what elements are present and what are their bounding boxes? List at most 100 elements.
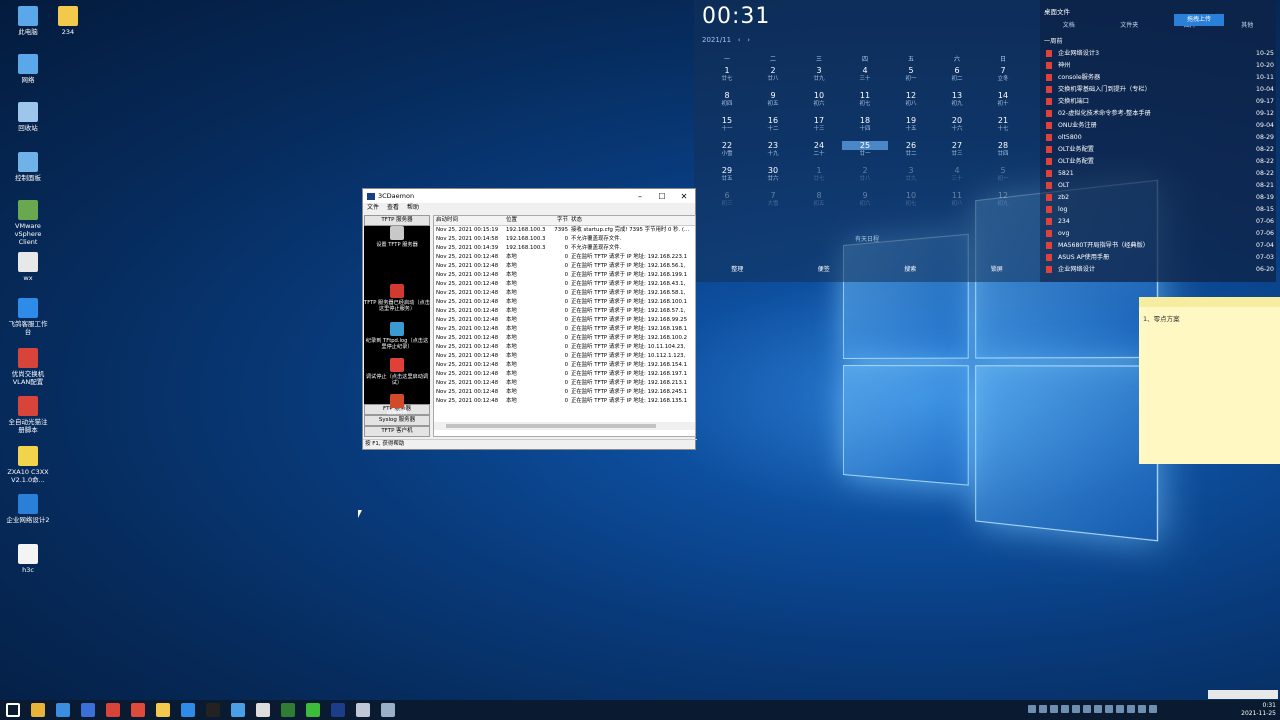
sticky-note-toolbar[interactable] xyxy=(1139,297,1280,307)
log-row[interactable]: Nov 25, 2021 00:12:48 本地 0 正在监听 TFTP 请求于 IP… xyxy=(434,307,695,316)
log-row[interactable]: Nov 25, 2021 00:14:39 192.168.100.3 0 不允许覆盖… xyxy=(434,244,695,253)
calendar-day[interactable]: 30 廿六 xyxy=(750,166,796,191)
file-item[interactable]: ASUS AP使用手册 07-03 xyxy=(1044,252,1274,264)
calendar-day[interactable]: 18 十四 xyxy=(842,116,888,141)
file-item[interactable]: 02-虚拟化技术命令参考-整本手册 09-12 xyxy=(1044,108,1274,120)
calendar-day[interactable]: 2 廿八 xyxy=(750,66,796,91)
calendar-day[interactable]: 5 初一 xyxy=(888,66,934,91)
file-item[interactable]: 交换机零基础入门到提升（专栏） 10-04 xyxy=(1044,84,1274,96)
calendar-day[interactable]: 1 廿七 xyxy=(796,166,842,191)
log-row[interactable]: Nov 25, 2021 00:12:48 本地 0 正在监听 TFTP 请求于 IP… xyxy=(434,325,695,334)
log-row[interactable]: Nov 25, 2021 00:12:48 本地 0 正在监听 TFTP 请求于 IP… xyxy=(434,262,695,271)
excel-icon[interactable] xyxy=(280,703,295,717)
tftp-action-button[interactable]: 纪录到 TFtpd.log（点击这里停止纪录） xyxy=(364,322,430,350)
log-row[interactable]: Nov 25, 2021 00:12:48 本地 0 正在监听 TFTP 请求于 IP… xyxy=(434,253,695,262)
desktop-icon[interactable]: 控制面板 xyxy=(6,152,50,182)
window-titlebar[interactable]: 3CDaemon – ☐ ✕ xyxy=(363,189,695,203)
calendar-action-button[interactable]: 搜索 xyxy=(904,264,916,273)
calendar-day[interactable]: 23 十九 xyxy=(750,141,796,166)
calendar-action-button[interactable]: 便签 xyxy=(818,264,830,273)
service-tab[interactable]: TFTP 客户机 xyxy=(364,426,430,437)
desktop-icon[interactable]: 回收站 xyxy=(6,102,50,132)
wps-icon[interactable] xyxy=(105,703,120,717)
prev-month-button[interactable]: ‹ xyxy=(738,36,741,44)
file-item[interactable]: zb2 08-19 xyxy=(1044,192,1274,204)
files-tab[interactable]: 其他 xyxy=(1241,20,1253,29)
menu-item[interactable]: 文件 xyxy=(367,203,379,213)
calendar-day[interactable]: 8 初四 xyxy=(704,91,750,116)
calendar-day[interactable]: 4 三十 xyxy=(934,166,980,191)
calendar-day[interactable]: 24 二十 xyxy=(796,141,842,166)
desktop-icon[interactable]: 飞鸽客服工作台 xyxy=(6,298,50,336)
column-header[interactable]: 启动时间 xyxy=(434,216,506,225)
column-header[interactable]: 位置 xyxy=(506,216,548,225)
file-item[interactable]: OLT 08-21 xyxy=(1044,180,1274,192)
file-item[interactable]: 234 07-06 xyxy=(1044,216,1274,228)
horizontal-scrollbar[interactable] xyxy=(434,422,695,430)
log-row[interactable]: Nov 25, 2021 00:12:48 本地 0 正在监听 TFTP 请求于 IP… xyxy=(434,280,695,289)
next-month-button[interactable]: › xyxy=(747,36,750,44)
service-tab[interactable]: Syslog 服务器 xyxy=(364,415,430,426)
log-row[interactable]: Nov 25, 2021 00:12:48 本地 0 正在监听 TFTP 请求于 IP… xyxy=(434,298,695,307)
calendar-day[interactable]: 8 初五 xyxy=(796,191,842,216)
file-item[interactable]: console服务器 10-11 xyxy=(1044,72,1274,84)
minimize-icon[interactable]: – xyxy=(629,192,651,201)
file-item[interactable]: 交换机端口 09-17 xyxy=(1044,96,1274,108)
calendar-day[interactable]: 10 初七 xyxy=(888,191,934,216)
file-item[interactable]: MA5680T开局指导书（经典版） 07-04 xyxy=(1044,240,1274,252)
file-item[interactable]: ONU业务注册 09-04 xyxy=(1044,120,1274,132)
file-item[interactable]: ovg 07-06 xyxy=(1044,228,1274,240)
calendar-day[interactable]: 22 小雪 xyxy=(704,141,750,166)
terminal-icon[interactable] xyxy=(205,703,220,717)
log-row[interactable]: Nov 25, 2021 00:15:19 192.168.100.3 7395 接收… xyxy=(434,226,695,235)
file-item[interactable]: OLT业务配置 08-22 xyxy=(1044,156,1274,168)
log-row[interactable]: Nov 25, 2021 00:12:48 本地 0 正在监听 TFTP 请求于 IP… xyxy=(434,379,695,388)
calendar-day[interactable]: 4 三十 xyxy=(842,66,888,91)
files-tab[interactable]: 文件夹 xyxy=(1120,20,1138,29)
calendar-action-button[interactable]: 锁屏 xyxy=(991,264,1003,273)
close-icon[interactable]: ✕ xyxy=(673,192,695,201)
remote-icon[interactable] xyxy=(230,703,245,717)
calendar-day[interactable]: 17 十三 xyxy=(796,116,842,141)
desktop-icon[interactable]: h3c xyxy=(6,544,50,574)
calendar-day[interactable]: 21 十七 xyxy=(980,116,1026,141)
calendar-day[interactable]: 26 廿二 xyxy=(888,141,934,166)
desktop-icon[interactable]: VMware vSphere Client xyxy=(6,200,50,246)
menu-item[interactable]: 查看 xyxy=(387,203,399,213)
calendar-day[interactable]: 6 初三 xyxy=(704,191,750,216)
desktop-icon[interactable]: 优尚交换机VLAN配置 xyxy=(6,348,50,386)
desktop-icon[interactable]: 此电脑 xyxy=(6,6,50,36)
file-item[interactable]: 5821 08-22 xyxy=(1044,168,1274,180)
upload-button[interactable]: 拖拽上传 xyxy=(1174,14,1224,26)
calendar-day[interactable]: 7 立冬 xyxy=(980,66,1026,91)
calendar-day[interactable]: 12 初八 xyxy=(888,91,934,116)
desktop-icon[interactable]: 网络 xyxy=(6,54,50,84)
window-icon[interactable] xyxy=(380,703,395,717)
desktop-icon[interactable]: 234 xyxy=(46,6,90,36)
calendar-day[interactable]: 13 初九 xyxy=(934,91,980,116)
file-item[interactable]: 企业网络设计3 10-25 xyxy=(1044,48,1274,60)
calendar-day[interactable]: 6 初二 xyxy=(934,66,980,91)
calendar-day[interactable]: 7 大雪 xyxy=(750,191,796,216)
system-tray[interactable] xyxy=(1028,705,1157,713)
calendar-day[interactable]: 11 初七 xyxy=(842,91,888,116)
mail-icon[interactable] xyxy=(80,703,95,717)
desktop-icon[interactable]: 企业网络设计2 xyxy=(6,494,50,524)
desktop-icon[interactable]: 全自动光猫注册脚本 xyxy=(6,396,50,434)
sticky-note-text[interactable]: 1、零点方案 xyxy=(1139,307,1280,329)
ime-toolbar[interactable] xyxy=(1208,690,1278,699)
screenshot-icon[interactable] xyxy=(355,703,370,717)
notepad-icon[interactable] xyxy=(255,703,270,717)
calendar-day[interactable]: 3 廿九 xyxy=(888,166,934,191)
calendar-day[interactable]: 16 十二 xyxy=(750,116,796,141)
calendar-day[interactable]: 25 廿一 xyxy=(842,141,888,166)
log-row[interactable]: Nov 25, 2021 00:12:48 本地 0 正在监听 TFTP 请求于 IP… xyxy=(434,352,695,361)
maximize-icon[interactable]: ☐ xyxy=(651,192,673,201)
log-row[interactable]: Nov 25, 2021 00:12:48 本地 0 正在监听 TFTP 请求于 IP… xyxy=(434,388,695,397)
calendar-day[interactable]: 19 十五 xyxy=(888,116,934,141)
calendar-action-button[interactable]: 整理 xyxy=(731,264,743,273)
calendar-day[interactable]: 1 廿七 xyxy=(704,66,750,91)
log-row[interactable]: Nov 25, 2021 00:14:58 192.168.100.3 0 不允许覆盖… xyxy=(434,235,695,244)
sticky-note[interactable]: 1、零点方案 xyxy=(1139,297,1280,464)
log-row[interactable]: Nov 25, 2021 00:12:48 本地 0 正在监听 TFTP 请求于 IP… xyxy=(434,316,695,325)
